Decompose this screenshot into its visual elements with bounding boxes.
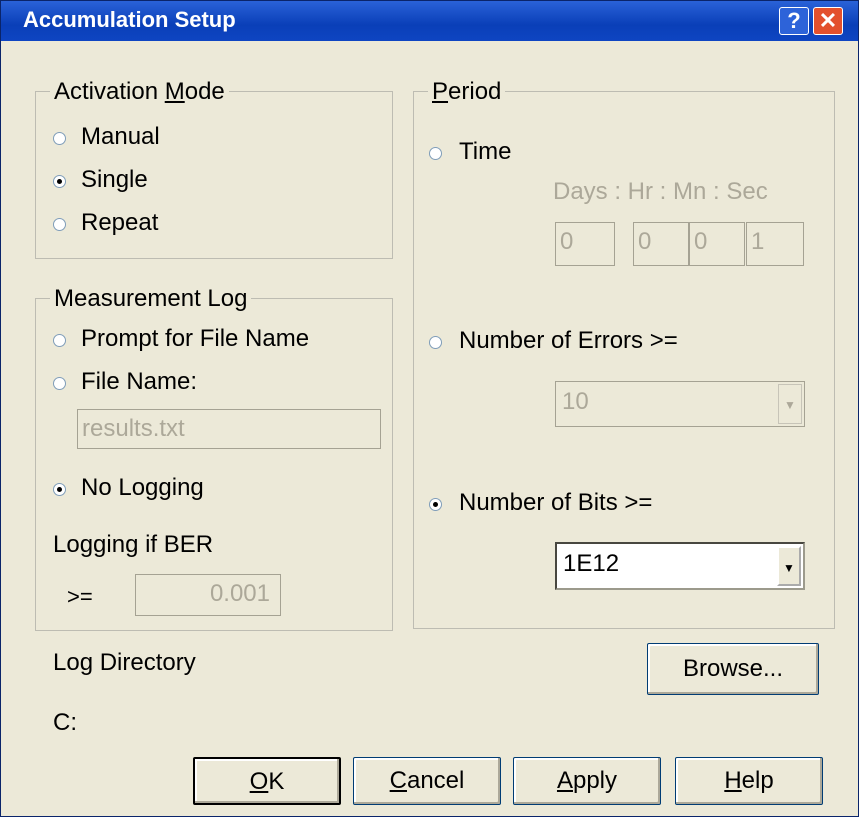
help-button[interactable]: Help: [675, 757, 823, 805]
seconds-input[interactable]: 1: [746, 222, 804, 266]
single-label[interactable]: Single: [81, 166, 148, 194]
bits-radio[interactable]: [429, 498, 442, 511]
file-name-input[interactable]: results.txt: [77, 409, 381, 449]
minutes-input[interactable]: 0: [689, 222, 745, 266]
logging-if-ber-label: Logging if BER: [53, 531, 214, 558]
errors-dropdown[interactable]: 10 ▼: [555, 381, 805, 427]
ok-button[interactable]: OK: [193, 757, 341, 805]
log-directory-label: Log Directory: [53, 649, 196, 676]
repeat-label[interactable]: Repeat: [81, 209, 158, 237]
manual-radio[interactable]: [53, 132, 66, 145]
file-name-label[interactable]: File Name:: [81, 368, 197, 396]
activation-mode-legend: Activation Mode: [50, 78, 229, 106]
errors-value: 10: [562, 388, 589, 415]
no-logging-radio[interactable]: [53, 483, 66, 496]
measurement-log-legend: Measurement Log: [50, 285, 252, 313]
cancel-button[interactable]: Cancel: [353, 757, 501, 805]
help-title-button[interactable]: ?: [779, 7, 809, 35]
question-icon: ?: [787, 8, 801, 33]
single-radio[interactable]: [53, 175, 66, 188]
close-button[interactable]: ✕: [813, 7, 843, 35]
window-title: Accumulation Setup: [23, 7, 236, 32]
dialog-window: Accumulation Setup ? ✕ Activation Mode M…: [0, 0, 859, 817]
title-bar[interactable]: Accumulation Setup ? ✕: [1, 1, 858, 41]
chevron-down-icon[interactable]: ▼: [777, 546, 801, 586]
chevron-down-icon[interactable]: ▼: [778, 384, 802, 424]
time-radio[interactable]: [429, 147, 442, 160]
time-header-label: Days : Hr : Mn : Sec: [553, 178, 768, 205]
errors-label[interactable]: Number of Errors >=: [459, 327, 678, 355]
close-icon: ✕: [818, 8, 838, 33]
file-name-radio[interactable]: [53, 377, 66, 390]
bits-label[interactable]: Number of Bits >=: [459, 489, 652, 517]
period-legend: Period: [428, 78, 506, 106]
browse-button[interactable]: Browse...: [647, 643, 819, 695]
no-logging-label[interactable]: No Logging: [81, 474, 204, 502]
log-directory-path: C:: [53, 709, 77, 736]
days-input[interactable]: 0: [555, 222, 615, 266]
prompt-file-name-label[interactable]: Prompt for File Name: [81, 325, 309, 353]
time-label[interactable]: Time: [459, 138, 511, 166]
manual-label[interactable]: Manual: [81, 123, 160, 151]
hours-input[interactable]: 0: [633, 222, 689, 266]
ber-threshold-input[interactable]: 0.001: [135, 574, 281, 616]
repeat-radio[interactable]: [53, 218, 66, 231]
prompt-file-name-radio[interactable]: [53, 334, 66, 347]
ber-operator-label: >=: [67, 584, 93, 609]
apply-button[interactable]: Apply: [513, 757, 661, 805]
bits-value: 1E12: [563, 550, 620, 577]
errors-radio[interactable]: [429, 336, 442, 349]
bits-dropdown[interactable]: 1E12 ▼: [555, 542, 805, 590]
